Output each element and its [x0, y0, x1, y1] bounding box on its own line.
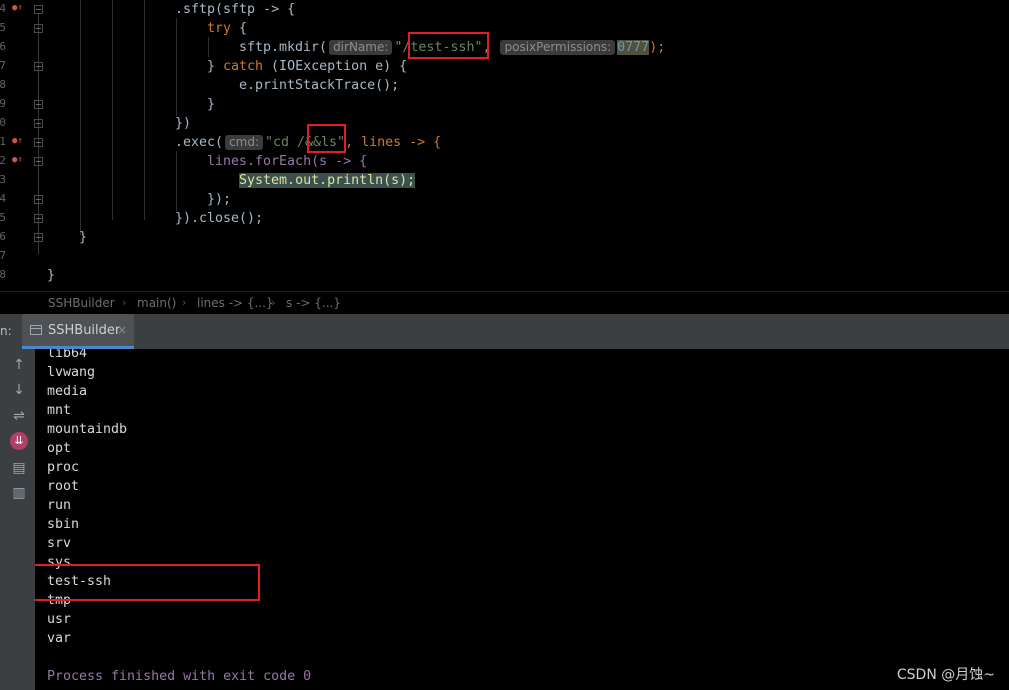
trash-icon[interactable]: ▥ — [10, 484, 28, 502]
code-line: } catch (IOException e) { — [207, 59, 408, 74]
param-hint: cmd: — [225, 135, 263, 150]
line-number: 2 — [0, 154, 6, 167]
line-number: 6 — [0, 40, 6, 53]
fold-icon[interactable] — [34, 233, 43, 242]
output-line: mnt — [47, 403, 72, 418]
indent-guide — [112, 0, 113, 220]
line-number: 5 — [0, 211, 6, 224]
line-number: 8 — [0, 268, 6, 281]
breadcrumb-item[interactable]: main() — [137, 292, 176, 314]
output-line: opt — [47, 441, 72, 456]
editor-gutter: 4 5 6 7 8 9 0 1 2 3 4 5 6 7 8 ●↑ ●↑ ●↑ — [0, 0, 48, 291]
code-line: } — [79, 230, 88, 245]
fold-icon[interactable] — [34, 100, 43, 109]
output-line: lvwang — [47, 365, 96, 380]
indent-guide — [80, 0, 81, 235]
lambda-marker-icon[interactable]: ●↑ — [12, 136, 23, 146]
annotation-box — [408, 32, 489, 59]
console-output[interactable]: lib64 lvwang media mnt mountaindb opt pr… — [35, 349, 1009, 690]
scroll-to-end-icon[interactable]: ⇊ — [10, 432, 28, 450]
indent-guide — [208, 37, 209, 57]
output-line: run — [47, 498, 72, 513]
arrow-down-icon[interactable]: ↓ — [10, 381, 28, 399]
output-line: srv — [47, 536, 72, 551]
process-exit-message: Process finished with exit code 0 — [47, 669, 312, 684]
code-editor[interactable]: 4 5 6 7 8 9 0 1 2 3 4 5 6 7 8 ●↑ ●↑ ●↑ .… — [0, 0, 1009, 291]
watermark: CSDN @月蚀~ — [896, 667, 995, 683]
run-label: n: — [0, 324, 12, 338]
output-line: var — [47, 631, 72, 646]
output-line: sbin — [47, 517, 80, 532]
fold-icon[interactable] — [34, 119, 43, 128]
fold-icon[interactable] — [34, 62, 43, 71]
tab-label: SSHBuilder — [48, 323, 121, 338]
run-sidebar: ↑ ↓ ⇌ ⇊ ▤ ▥ — [0, 349, 36, 690]
soft-wrap-icon[interactable]: ⇌ — [10, 407, 28, 425]
console-icon — [30, 325, 42, 335]
breadcrumb-item[interactable]: SSHBuilder — [48, 292, 115, 314]
close-icon[interactable]: × — [117, 323, 127, 337]
line-number: 8 — [0, 78, 6, 91]
code-line: System.out.println(s); — [239, 173, 416, 188]
run-toolbar: n: SSHBuilder × — [0, 314, 1009, 350]
output-line: root — [47, 479, 80, 494]
code-line: .sftp(sftp -> { — [175, 2, 296, 17]
indent-guide — [144, 0, 145, 220]
line-number: 6 — [0, 230, 6, 243]
breadcrumb-separator: › — [182, 296, 187, 309]
indent-guide — [176, 18, 177, 116]
lambda-marker-icon[interactable]: ●↑ — [12, 3, 23, 13]
param-hint: posixPermissions: — [500, 40, 616, 55]
fold-icon[interactable] — [34, 195, 43, 204]
fold-icon[interactable] — [34, 138, 43, 147]
output-line: usr — [47, 612, 72, 627]
breadcrumb-separator: › — [122, 296, 127, 309]
annotation-box — [307, 124, 346, 153]
code-line: }).close(); — [175, 211, 264, 226]
code-line: try { — [207, 21, 248, 36]
code-line: }); — [207, 192, 232, 207]
output-line: mountaindb — [47, 422, 128, 437]
annotation-box — [35, 564, 260, 601]
line-number: 4 — [0, 2, 6, 15]
output-line: proc — [47, 460, 80, 475]
breadcrumb-item[interactable]: s -> {...} — [286, 292, 341, 314]
tab-sshbuilder[interactable]: SSHBuilder × — [22, 314, 134, 349]
code-line: } — [207, 97, 216, 112]
line-number: 5 — [0, 21, 6, 34]
output-line: media — [47, 384, 88, 399]
code-line: } — [47, 268, 56, 283]
fold-icon[interactable] — [34, 5, 43, 14]
arrow-up-icon[interactable]: ↑ — [10, 356, 28, 374]
line-number: 7 — [0, 59, 6, 72]
code-line: e.printStackTrace(); — [239, 78, 400, 93]
line-number: 4 — [0, 192, 6, 205]
fold-icon[interactable] — [34, 157, 43, 166]
output-line: lib64 — [47, 349, 88, 361]
code-line: }) — [175, 116, 192, 131]
print-icon[interactable]: ▤ — [10, 459, 28, 477]
fold-icon[interactable] — [34, 24, 43, 33]
breadcrumb-separator: › — [271, 296, 276, 309]
breadcrumb-item[interactable]: lines -> {...} — [197, 292, 274, 314]
breadcrumb: SSHBuilder › main() › lines -> {...} › s… — [0, 291, 1009, 315]
line-number: 9 — [0, 97, 6, 110]
fold-icon[interactable] — [34, 214, 43, 223]
line-number: 0 — [0, 116, 6, 129]
indent-guide — [176, 151, 177, 211]
line-number: 7 — [0, 249, 6, 262]
code-line: lines.forEach(s -> { — [207, 154, 368, 169]
lambda-marker-icon[interactable]: ●↑ — [12, 155, 23, 165]
param-hint: dirName: — [329, 40, 393, 55]
line-number: 1 — [0, 135, 6, 148]
line-number: 3 — [0, 173, 6, 186]
